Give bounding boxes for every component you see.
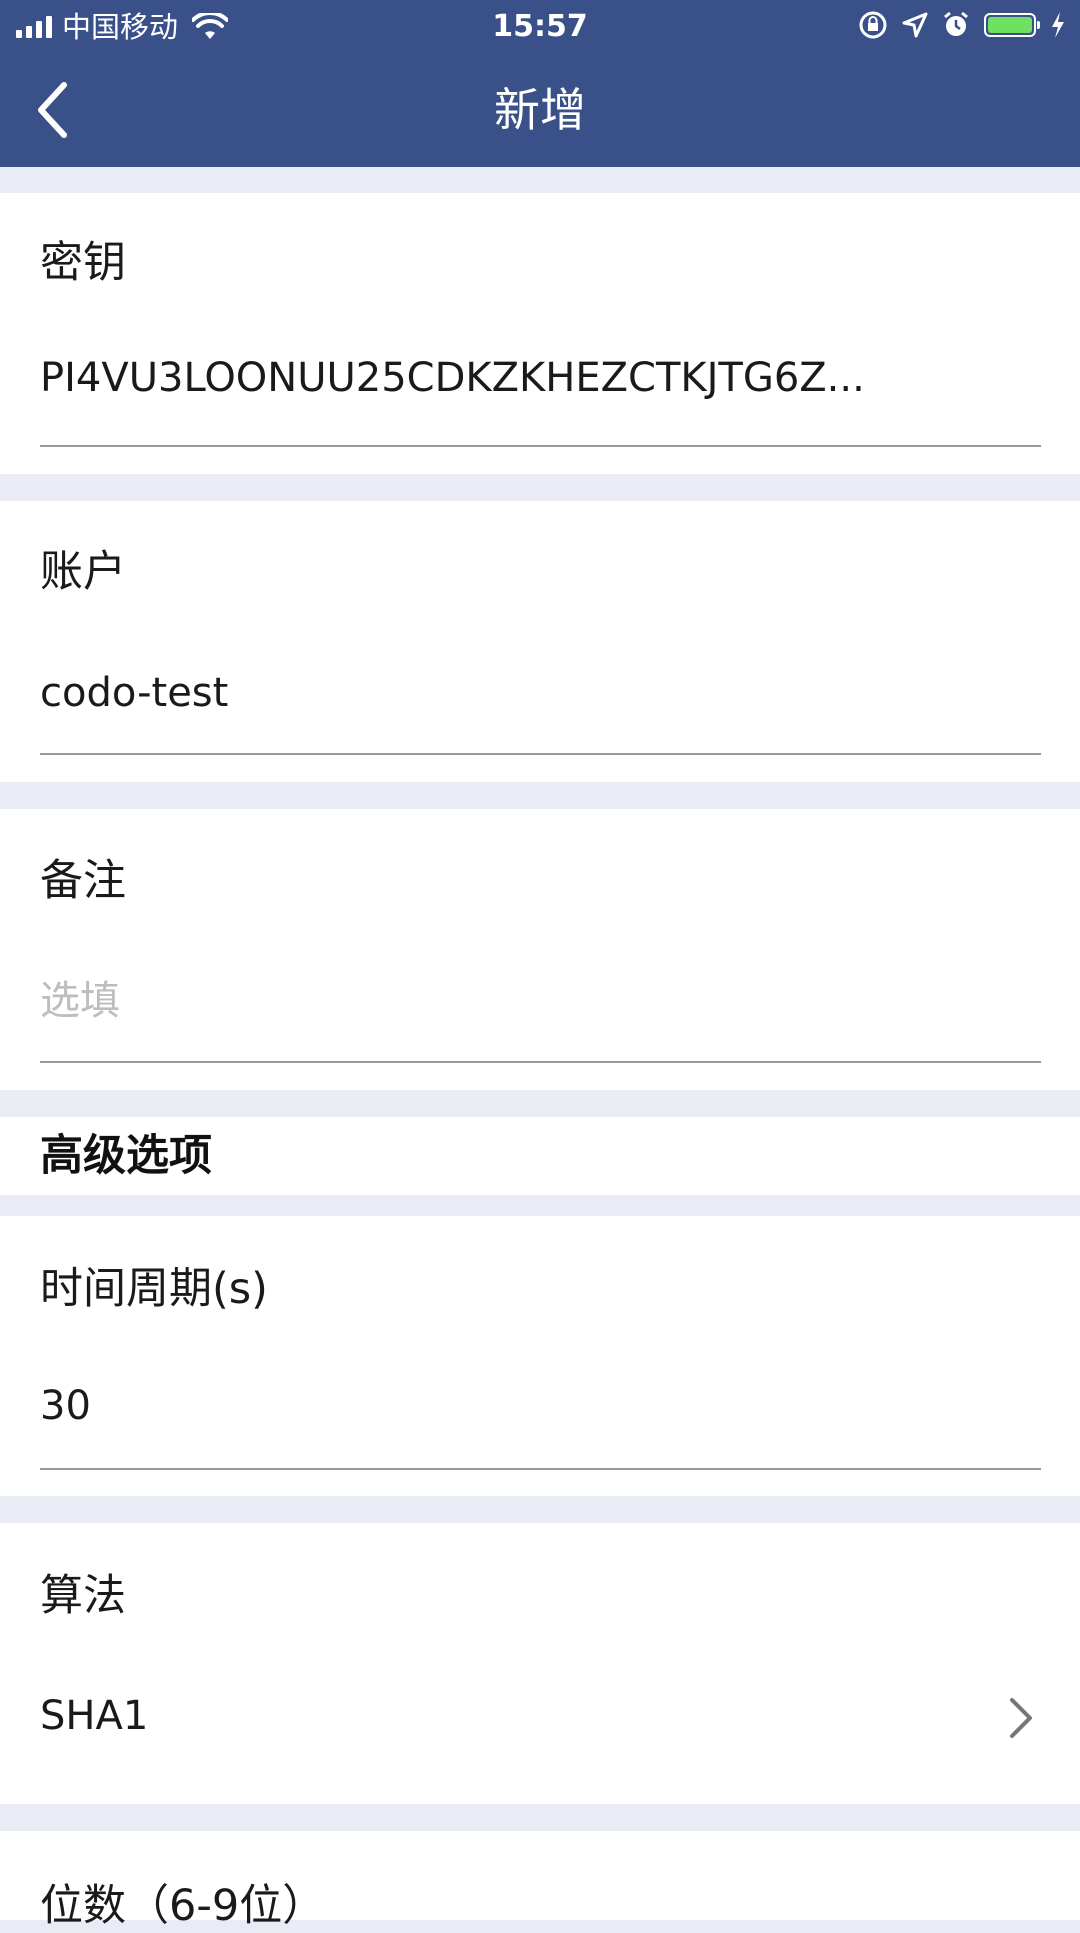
status-right — [858, 10, 1066, 40]
note-underline — [40, 1061, 1041, 1063]
account-label: 账户 — [40, 547, 126, 597]
secret-underline — [40, 445, 1041, 447]
note-label: 备注 — [40, 856, 126, 906]
location-icon — [902, 12, 928, 38]
advanced-options-title: 高级选项 — [40, 1131, 212, 1181]
period-underline — [40, 1468, 1041, 1470]
digits-section: 位数（6-9位） — [0, 1831, 1080, 1931]
page-title: 新增 — [494, 83, 586, 137]
algorithm-label: 算法 — [40, 1571, 126, 1621]
battery-icon — [984, 13, 1040, 37]
period-field[interactable]: 30 — [40, 1381, 91, 1431]
alarm-icon — [944, 11, 968, 36]
secret-section: 密钥 PI4VU3LOONUU25CDKZKHEZCTKJTG6Z... — [0, 193, 1080, 474]
secret-field[interactable]: PI4VU3LOONUU25CDKZKHEZCTKJTG6Z... — [40, 353, 865, 403]
account-underline — [40, 753, 1041, 755]
period-label: 时间周期(s) — [40, 1264, 268, 1314]
advanced-options-header: 高级选项 — [0, 1117, 1080, 1195]
status-bar: 中国移动 15:57 — [0, 0, 1080, 54]
account-field[interactable]: codo-test — [40, 668, 228, 718]
note-field[interactable]: 选填 — [40, 976, 120, 1026]
algorithm-value: SHA1 — [40, 1693, 149, 1739]
chevron-right-icon — [1010, 1698, 1032, 1738]
period-section: 时间周期(s) 30 — [0, 1216, 1080, 1496]
orientation-lock-icon — [859, 11, 887, 39]
app-header: 中国移动 15:57 新增 — [0, 0, 1080, 167]
digits-label: 位数（6-9位） — [40, 1881, 326, 1931]
nav-bar: 新增 — [0, 54, 1080, 167]
algorithm-row[interactable]: 算法 SHA1 — [0, 1523, 1080, 1804]
charging-icon — [1052, 12, 1064, 38]
secret-label: 密钥 — [40, 238, 126, 288]
note-section: 备注 选填 — [0, 809, 1080, 1090]
account-section: 账户 codo-test — [0, 501, 1080, 782]
